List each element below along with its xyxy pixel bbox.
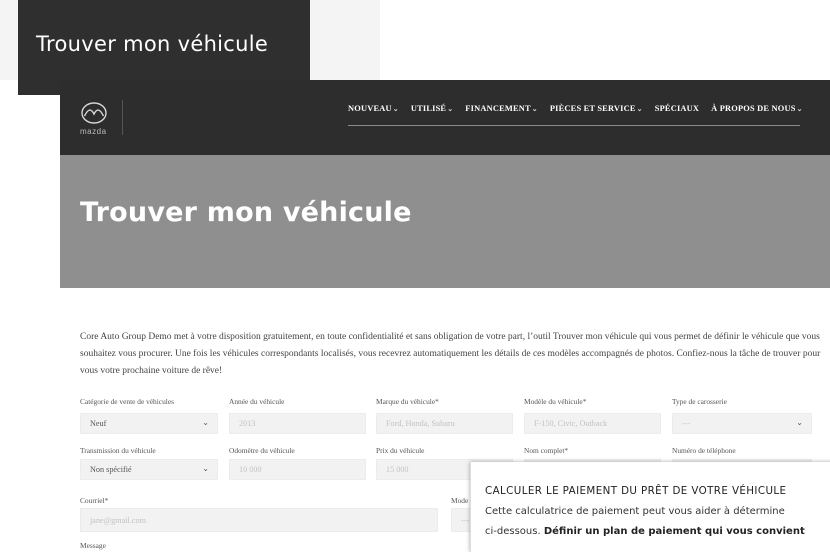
body-type-select[interactable]: --- ⌄ — [672, 413, 812, 434]
mode-label: Mode — [451, 496, 469, 505]
site-header: mazda NOUVEAU⌄ UTILISÉ⌄ FINANCEMENT⌄ PIÈ… — [60, 80, 830, 155]
chevron-down-icon: ⌄ — [796, 105, 803, 113]
model-label: Modèle du véhicule* — [524, 397, 587, 406]
nav-item-utilise[interactable]: UTILISÉ⌄ — [411, 104, 453, 113]
page-title: Trouver mon véhicule — [80, 197, 412, 228]
transmission-label: Transmission du véhicule — [80, 446, 156, 455]
nav-item-pieces-service[interactable]: PIÈCES ET SERVICE⌄ — [550, 104, 643, 113]
odometer-label: Odomètre du véhicule — [229, 446, 295, 455]
nav-item-speciaux[interactable]: SPÉCIAUX — [655, 104, 699, 113]
chevron-down-icon: ⌄ — [392, 105, 399, 113]
email-input[interactable]: jane@gmail.com — [80, 508, 438, 532]
chevron-down-icon: ⌄ — [796, 418, 803, 427]
chevron-down-icon: ⌄ — [447, 105, 454, 113]
page-tag-label: Trouver mon véhicule — [36, 32, 269, 56]
transmission-select[interactable]: Non spécifié ⌄ — [80, 459, 218, 480]
phone-label: Numéro de téléphone — [672, 446, 736, 455]
model-input[interactable]: F-150, Civic, Outback — [524, 413, 661, 434]
logo-wordmark: mazda — [80, 127, 107, 136]
email-label: Courriel* — [80, 496, 109, 505]
intro-paragraph: Core Auto Group Demo met à votre disposi… — [80, 332, 821, 376]
year-input[interactable]: 2013 — [229, 413, 366, 434]
chevron-down-icon: ⌄ — [636, 105, 643, 113]
payment-calculator-popup[interactable]: CALCULER LE PAIEMENT DU PRÊT DE VOTRE VÉ… — [470, 462, 830, 552]
popup-description-line2: ci-dessous. Définir un plan de paiement … — [485, 526, 805, 537]
make-input[interactable]: Ford, Honda, Subaru — [376, 413, 513, 434]
full-name-label: Nom complet* — [524, 446, 569, 455]
body-type-label: Type de carosserie — [672, 397, 727, 406]
logo-divider — [122, 100, 123, 135]
popup-description-line1: Cette calculatrice de paiement peut vous… — [485, 506, 785, 517]
nav-item-financement[interactable]: FINANCEMENT⌄ — [465, 104, 538, 113]
payment-plan-link[interactable]: Définir un plan de paiement qui vous con… — [544, 526, 805, 537]
popup-title: CALCULER LE PAIEMENT DU PRÊT DE VOTRE VÉ… — [485, 485, 787, 497]
chevron-down-icon: ⌄ — [531, 105, 538, 113]
make-label: Marque du véhicule* — [376, 397, 439, 406]
message-label: Message — [80, 541, 106, 550]
nav-item-a-propos[interactable]: À PROPOS DE NOUS⌄ — [711, 104, 802, 113]
price-label: Prix du véhicule — [376, 446, 425, 455]
sale-category-select[interactable]: Neuf ⌄ — [80, 413, 218, 434]
nav-item-nouveau[interactable]: NOUVEAU⌄ — [348, 104, 399, 113]
chevron-down-icon: ⌄ — [202, 464, 209, 473]
nav-underline — [348, 125, 800, 126]
main-nav: NOUVEAU⌄ UTILISÉ⌄ FINANCEMENT⌄ PIÈCES ET… — [348, 104, 803, 113]
hero-banner: Trouver mon véhicule — [60, 155, 830, 288]
sale-category-label: Catégorie de vente de véhicules — [80, 397, 174, 406]
year-label: Année du véhicule — [229, 397, 285, 406]
chevron-down-icon: ⌄ — [202, 418, 209, 427]
odometer-input[interactable]: 10 000 — [229, 459, 366, 480]
